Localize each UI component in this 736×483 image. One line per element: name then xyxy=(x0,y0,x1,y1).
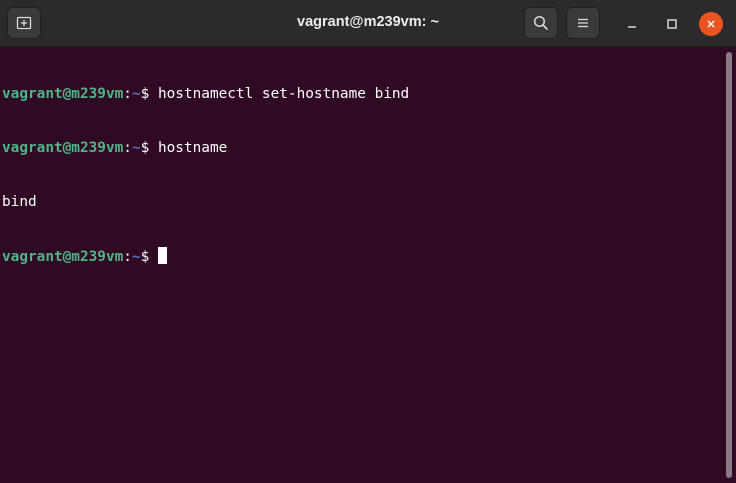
terminal-line: vagrant@m239vm:~$ xyxy=(2,247,722,265)
new-tab-icon xyxy=(16,16,32,30)
prompt-symbol: $ xyxy=(140,249,158,265)
close-button[interactable] xyxy=(699,12,723,36)
prompt-path: ~ xyxy=(131,86,141,102)
close-icon xyxy=(707,20,715,28)
terminal-output-area[interactable]: vagrant@m239vm:~$ hostnamectl set-hostna… xyxy=(0,47,722,483)
maximize-button[interactable] xyxy=(660,12,684,36)
scrollbar[interactable] xyxy=(726,52,732,478)
prompt-separator: : xyxy=(123,86,132,102)
command-text: hostnamectl set-hostname bind xyxy=(157,86,410,102)
new-tab-button[interactable] xyxy=(7,7,41,39)
terminal-window: vagrant@m239vm: ~ vagrant@m239vm:~$ host… xyxy=(0,0,736,483)
prompt-path: ~ xyxy=(131,249,141,265)
prompt-symbol: $ xyxy=(140,140,158,156)
terminal-line: vagrant@m239vm:~$ hostnamectl set-hostna… xyxy=(2,85,722,103)
text-cursor xyxy=(157,247,167,264)
menu-button[interactable] xyxy=(566,7,600,39)
maximize-icon xyxy=(667,19,677,29)
prompt-user-host: vagrant@m239vm xyxy=(2,140,124,156)
command-text: hostname xyxy=(157,140,228,156)
hamburger-menu-icon xyxy=(578,18,588,28)
search-icon xyxy=(533,15,548,30)
minimize-icon xyxy=(628,26,636,28)
prompt-user-host: vagrant@m239vm xyxy=(2,249,124,265)
title-bar: vagrant@m239vm: ~ xyxy=(0,0,736,47)
command-output: bind xyxy=(2,194,37,210)
prompt-separator: : xyxy=(123,249,132,265)
search-button[interactable] xyxy=(524,7,558,39)
prompt-path: ~ xyxy=(131,140,141,156)
terminal-line: bind xyxy=(2,193,722,211)
prompt-user-host: vagrant@m239vm xyxy=(2,86,124,102)
prompt-symbol: $ xyxy=(140,86,158,102)
minimize-button[interactable] xyxy=(620,12,644,36)
terminal-line: vagrant@m239vm:~$ hostname xyxy=(2,139,722,157)
prompt-separator: : xyxy=(123,140,132,156)
